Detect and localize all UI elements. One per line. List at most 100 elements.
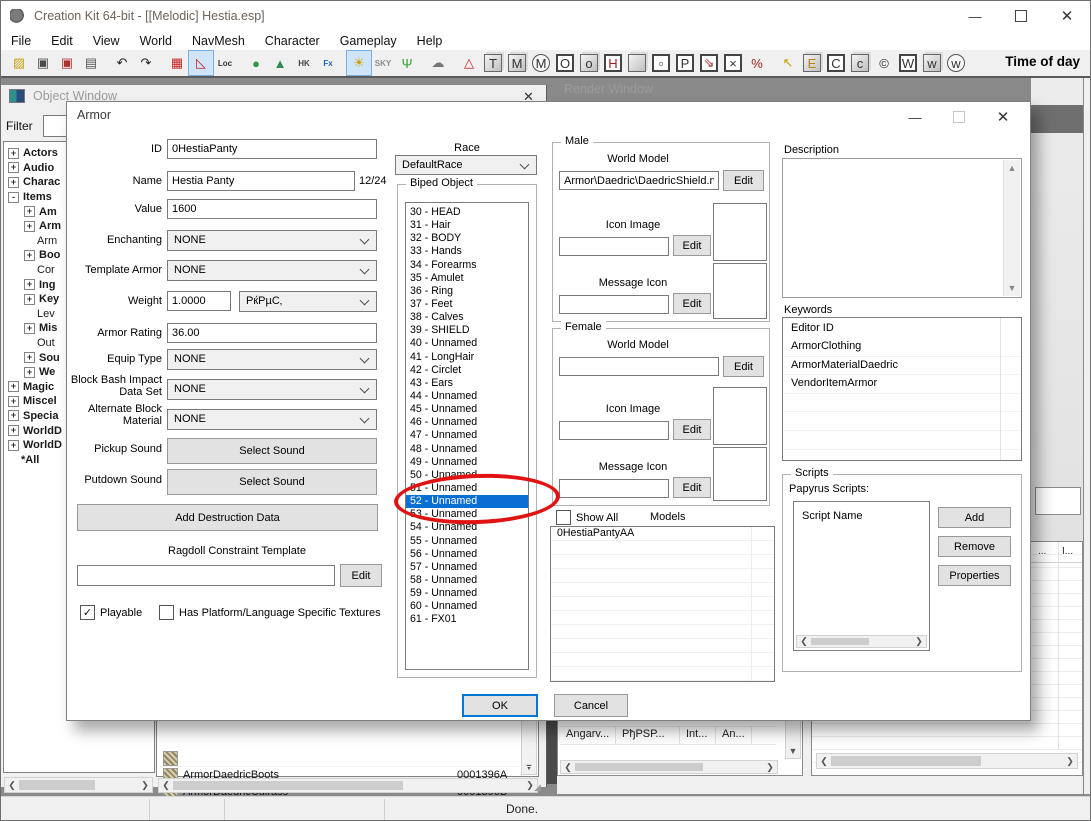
add-destruction-data-button[interactable]: Add Destruction Data: [77, 504, 378, 531]
armor-rating-input[interactable]: [167, 323, 377, 343]
description-scrollbar[interactable]: ▲ ▼: [1003, 160, 1020, 296]
h-box-icon[interactable]: H: [604, 54, 622, 72]
lights-icon[interactable]: ☀: [346, 50, 372, 76]
w-circle-icon[interactable]: w: [947, 54, 965, 72]
female-world-model-input[interactable]: [559, 357, 719, 376]
model-row[interactable]: [551, 569, 774, 583]
undo-icon[interactable]: ↶: [110, 51, 134, 75]
menu-edit[interactable]: Edit: [41, 34, 83, 48]
female-message-icon-edit-button[interactable]: Edit: [673, 477, 711, 498]
close-button[interactable]: ✕: [1044, 1, 1090, 31]
save-icon[interactable]: ▣: [31, 51, 55, 75]
x-box-icon[interactable]: ×: [724, 54, 742, 72]
biped-slot-item[interactable]: 32 - BODY: [406, 232, 528, 245]
snap-to-angle-icon[interactable]: ◺: [188, 50, 214, 76]
keyword-row[interactable]: [783, 450, 1021, 460]
square-icon[interactable]: ▫: [652, 54, 670, 72]
name-input[interactable]: [167, 171, 355, 191]
script-add-button[interactable]: Add: [938, 507, 1011, 528]
biped-slot-item[interactable]: 40 - Unnamed: [406, 337, 528, 350]
tree-hscrollbar[interactable]: ❮ ❯: [4, 777, 153, 793]
keyword-row[interactable]: ArmorMaterialDaedric: [783, 357, 1021, 376]
expand-icon[interactable]: +: [8, 395, 19, 407]
biped-slot-item[interactable]: 41 - LongHair: [406, 351, 528, 364]
menu-view[interactable]: View: [83, 34, 130, 48]
keyword-row[interactable]: VendorItemArmor: [783, 375, 1021, 394]
biped-slot-item[interactable]: 47 - Unnamed: [406, 429, 528, 442]
cube-icon[interactable]: [628, 54, 646, 72]
model-row[interactable]: [551, 583, 774, 597]
keyword-row[interactable]: [783, 394, 1021, 413]
male-world-model-edit-button[interactable]: Edit: [723, 170, 764, 191]
world-globe-icon[interactable]: ●: [244, 51, 268, 75]
keyword-row[interactable]: ArmorClothing: [783, 338, 1021, 357]
biped-slot-item[interactable]: 34 - Forearms: [406, 259, 528, 272]
alternate-block-dropdown[interactable]: NONE: [167, 409, 377, 430]
redo-icon[interactable]: ↷: [134, 51, 158, 75]
menu-gameplay[interactable]: Gameplay: [330, 34, 407, 48]
dialogue-icon[interactable]: ☁: [426, 51, 450, 75]
object-list-row-clipped[interactable]: [159, 750, 531, 767]
biped-slot-item[interactable]: 38 - Calves: [406, 311, 528, 324]
enchanting-dropdown[interactable]: NONE: [167, 230, 377, 251]
male-message-icon-edit-button[interactable]: Edit: [673, 293, 711, 314]
male-message-icon-input[interactable]: [559, 295, 669, 314]
biped-slot-item[interactable]: 61 - FX01: [406, 613, 528, 626]
biped-slot-item[interactable]: 44 - Unnamed: [406, 390, 528, 403]
model-row[interactable]: 0HestiaPantyAA: [551, 527, 774, 541]
menu-help[interactable]: Help: [407, 34, 453, 48]
local-transform-icon[interactable]: Loc: [213, 51, 237, 75]
keywords-list[interactable]: Editor ID ArmorClothing ArmorMaterialDaed…: [782, 317, 1022, 461]
script-remove-button[interactable]: Remove: [938, 536, 1011, 557]
p-box-icon[interactable]: P: [676, 54, 694, 72]
linked-ref-icon[interactable]: %: [745, 51, 769, 75]
biped-slot-item[interactable]: 43 - Ears: [406, 377, 528, 390]
cancel-button[interactable]: Cancel: [554, 694, 628, 717]
c-box-icon[interactable]: C: [827, 54, 845, 72]
t-cube-icon[interactable]: T: [484, 54, 502, 72]
snap-to-grid-icon[interactable]: ▦: [165, 51, 189, 75]
description-textarea[interactable]: ▲ ▼: [782, 158, 1022, 298]
menu-character[interactable]: Character: [255, 34, 330, 48]
list-item[interactable]: Angarv... РђРЅР... Int... An...: [560, 726, 776, 745]
female-message-icon-input[interactable]: [559, 479, 669, 498]
scripts-hscrollbar[interactable]: ❮ ❯: [796, 635, 927, 648]
biped-slot-item[interactable]: 60 - Unnamed: [406, 600, 528, 613]
equip-type-dropdown[interactable]: NONE: [167, 349, 377, 370]
landscape-edit-icon[interactable]: ▲: [268, 51, 292, 75]
expand-icon[interactable]: +: [24, 293, 35, 305]
biped-slot-item[interactable]: 45 - Unnamed: [406, 403, 528, 416]
havok-icon[interactable]: HK: [292, 51, 316, 75]
expand-icon[interactable]: +: [8, 425, 19, 437]
keyword-row[interactable]: [783, 412, 1021, 431]
expand-icon[interactable]: +: [24, 279, 35, 291]
biped-slot-item[interactable]: 59 - Unnamed: [406, 587, 528, 600]
sky-icon[interactable]: SKY: [371, 51, 395, 75]
background-field[interactable]: [1035, 487, 1081, 515]
ok-button[interactable]: OK: [462, 694, 538, 717]
ragdoll-input[interactable]: [77, 565, 335, 586]
platform-textures-checkbox[interactable]: Has Platform/Language Specific Textures: [159, 605, 381, 620]
preview-hscrollbar[interactable]: ❮ ❯: [816, 753, 1078, 769]
e-cube-icon[interactable]: E: [803, 54, 821, 72]
open-folder-icon[interactable]: ▨: [7, 51, 31, 75]
expand-icon[interactable]: +: [8, 439, 19, 451]
marker-icon[interactable]: △: [457, 51, 481, 75]
w-cube-icon[interactable]: w: [923, 54, 941, 72]
expand-icon[interactable]: +: [8, 176, 19, 188]
model-row[interactable]: [551, 639, 774, 653]
expand-icon[interactable]: +: [8, 381, 19, 393]
papyrus-scripts-list[interactable]: Script Name ❮ ❯: [793, 501, 930, 651]
export-box-icon[interactable]: ⇘: [700, 54, 718, 72]
biped-object-list[interactable]: 30 - HEAD 31 - Hair 32 - BODY 33 - Hands 34 …: [405, 202, 529, 670]
preview-column-header[interactable]: I...: [1062, 546, 1074, 557]
weight-mode-dropdown[interactable]: РќРµС‚: [239, 291, 377, 312]
ragdoll-edit-button[interactable]: Edit: [340, 564, 382, 587]
biped-slot-item[interactable]: 33 - Hands: [406, 245, 528, 258]
model-row[interactable]: [551, 625, 774, 639]
c-cube-icon[interactable]: c: [851, 54, 869, 72]
keyword-row[interactable]: [783, 431, 1021, 450]
preview-column-header[interactable]: ...: [1038, 546, 1047, 557]
m-circle-icon[interactable]: M: [532, 54, 550, 72]
biped-slot-item[interactable]: 30 - HEAD: [406, 206, 528, 219]
